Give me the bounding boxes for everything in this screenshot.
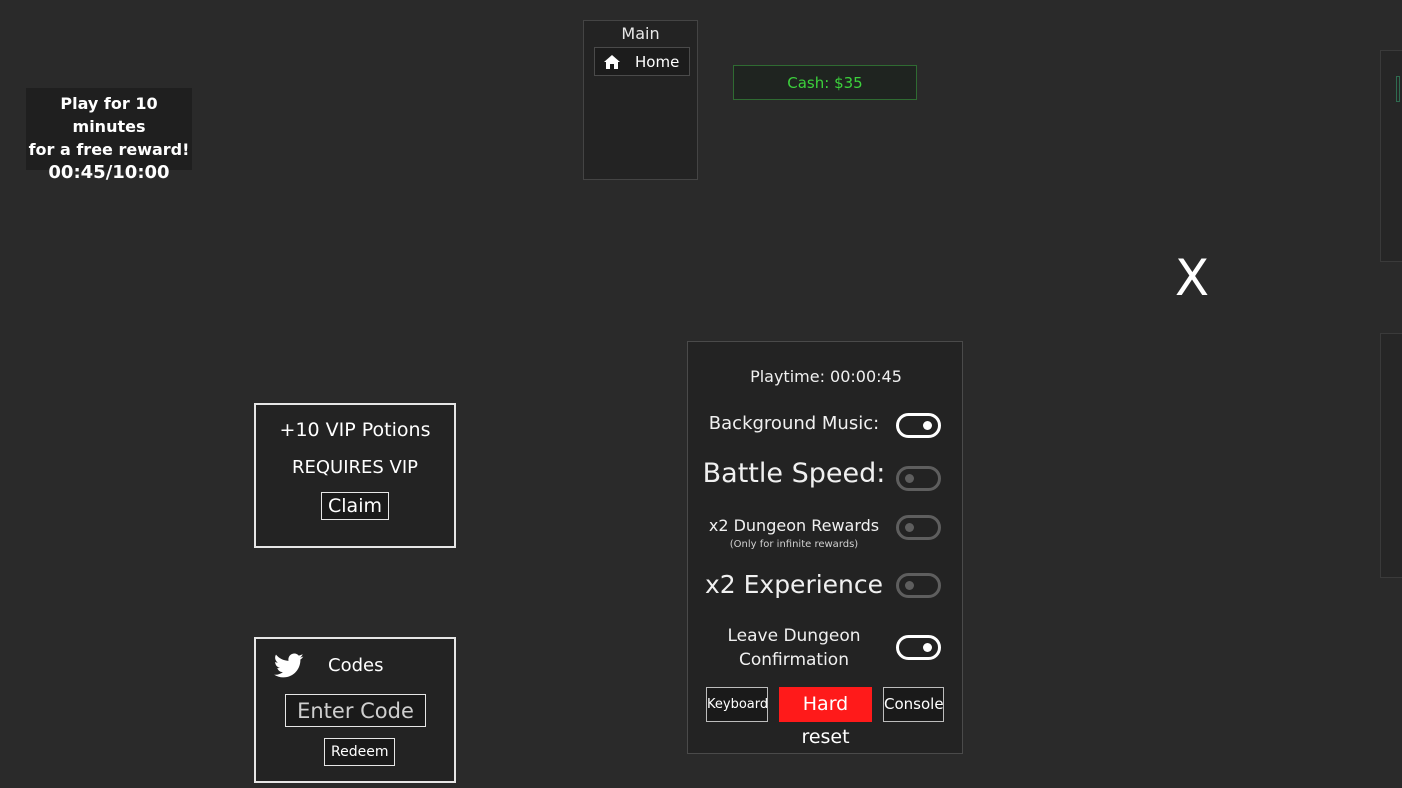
dungeon-rewards-label: x2 Dungeon Rewards [708,516,880,535]
experience-toggle[interactable] [896,573,941,598]
main-menu-panel: Main Home [583,20,698,180]
experience-label: x2 Experience [704,570,884,599]
home-button-label: Home [635,52,680,71]
right-edge-accent [1396,76,1400,102]
leave-dungeon-toggle[interactable] [896,635,941,660]
cash-display: Cash: $35 [733,65,917,100]
leave-dungeon-label-line1: Leave Dungeon [727,626,861,646]
keyboard-button[interactable]: Keyboard [706,687,768,722]
playtime-display: Playtime: 00:00:45 [750,367,902,386]
code-input[interactable] [285,694,426,727]
battle-speed-label: Battle Speed: [702,458,886,489]
vip-potions-title: +10 VIP Potions [279,419,431,441]
free-reward-timer: Play for 10 minutes for a free reward! 0… [26,88,192,183]
reward-text-line2: for a free reward! [28,140,190,159]
home-button[interactable]: Home [594,47,690,76]
background-music-toggle[interactable] [896,413,941,438]
codes-panel: Codes Redeem [254,637,456,783]
right-edge-panel-bottom [1380,333,1402,578]
claim-button[interactable]: Claim [321,492,389,520]
main-menu-title: Main [621,24,660,43]
redeem-button[interactable]: Redeem [324,738,396,766]
hard-reset-button[interactable]: Hard reset [779,687,872,748]
reward-text-line1: Play for 10 minutes [60,94,158,136]
leave-dungeon-label-line2: Confirmation [739,650,849,670]
dungeon-rewards-toggle[interactable] [896,515,941,540]
dungeon-rewards-note: (Only for infinite rewards) [729,539,859,550]
close-button[interactable]: X [1172,248,1212,308]
console-button[interactable]: Console [883,687,944,722]
vip-requirement: REQUIRES VIP [291,457,419,478]
codes-title: Codes [328,655,384,676]
reward-timer-value: 00:45/10:00 [48,162,170,183]
battle-speed-toggle[interactable] [896,466,941,491]
vip-potions-panel: +10 VIP Potions REQUIRES VIP Claim [254,403,456,548]
background-music-label: Background Music: [708,413,880,434]
home-icon [604,54,620,69]
settings-panel: Playtime: 00:00:45 Background Music: Bat… [687,341,963,754]
twitter-bird-icon [274,653,304,678]
